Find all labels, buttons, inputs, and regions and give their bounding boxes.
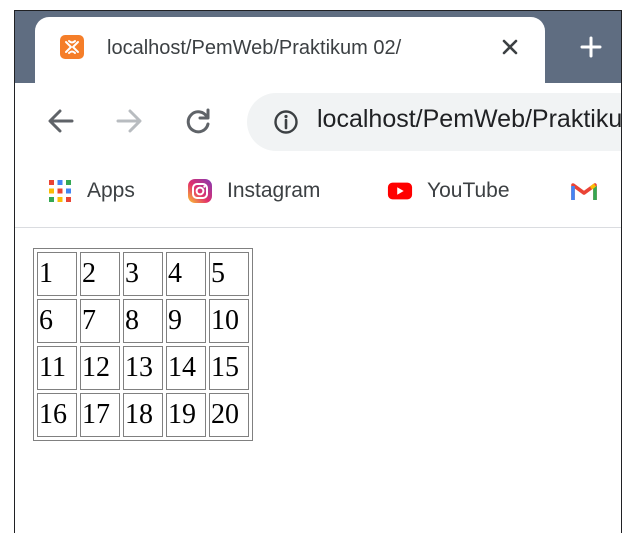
plus-icon[interactable] [575,31,607,63]
table-cell: 12 [80,346,120,390]
table-row: 11 12 13 14 15 [37,346,249,390]
forward-arrow-icon[interactable] [111,103,147,139]
table-cell: 1 [37,252,77,296]
table-cell: 9 [166,299,206,343]
table-cell: 18 [123,393,163,437]
instagram-icon [187,178,213,204]
table-cell: 5 [209,252,249,296]
bookmark-label: YouTube [427,179,510,202]
table-cell: 4 [166,252,206,296]
active-tab[interactable]: localhost/PemWeb/Praktikum 02/ [35,17,545,83]
table-cell: 15 [209,346,249,390]
table-cell: 20 [209,393,249,437]
bookmark-apps[interactable]: Apps [47,175,135,207]
gmail-icon [571,178,597,204]
page-content: 1 2 3 4 5 6 7 8 9 10 11 12 13 14 15 16 17 18 19 20 [15,228,621,533]
tab-title: localhost/PemWeb/Praktikum 02/ [107,37,479,60]
number-table: 1 2 3 4 5 6 7 8 9 10 11 12 13 14 15 16 17 18 19 20 [33,248,253,441]
table-row: 6 7 8 9 10 [37,299,249,343]
url-text[interactable]: localhost/PemWeb/Praktikum 02/ [317,105,621,134]
table-cell: 11 [37,346,77,390]
table-cell: 16 [37,393,77,437]
close-icon[interactable] [496,33,524,61]
table-cell: 2 [80,252,120,296]
youtube-icon [387,178,413,204]
table-cell: 3 [123,252,163,296]
table-row: 16 17 18 19 20 [37,393,249,437]
bookmark-label: Apps [87,179,135,202]
bookmark-youtube[interactable]: YouTube [387,175,510,207]
table-cell: 6 [37,299,77,343]
reload-icon[interactable] [180,103,216,139]
tab-strip: localhost/PemWeb/Praktikum 02/ [15,11,621,83]
table-cell: 7 [80,299,120,343]
browser-window: localhost/PemWeb/Praktikum 02/ localhost… [14,10,622,533]
table-cell: 17 [80,393,120,437]
table-cell: 8 [123,299,163,343]
table-cell: 10 [209,299,249,343]
bookmark-instagram[interactable]: Instagram [187,175,320,207]
table-cell: 13 [123,346,163,390]
bookmark-gmail[interactable] [571,175,611,207]
apps-grid-icon [47,178,73,204]
back-arrow-icon[interactable] [43,103,79,139]
table-row: 12345 [37,252,249,296]
info-icon[interactable] [273,109,299,135]
xampp-icon [60,35,84,59]
bookmark-label: Instagram [227,179,321,202]
table-cell: 19 [166,393,206,437]
table-cell: 14 [166,346,206,390]
